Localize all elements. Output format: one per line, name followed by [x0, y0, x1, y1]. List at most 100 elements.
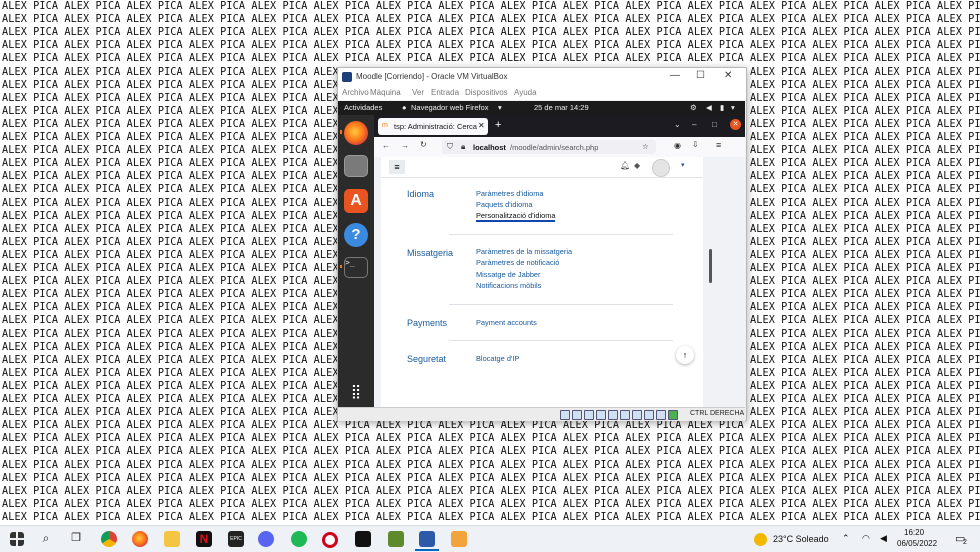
clock[interactable]: 25 de mar 14:29 [534, 103, 589, 112]
files-icon[interactable] [344, 155, 368, 177]
url-bar[interactable]: ⛉ 🔒︎ localhost /moodle/admin/search.php … [442, 140, 656, 154]
minimize-icon[interactable]: — [670, 70, 680, 81]
menu-ver[interactable]: Ver [412, 88, 424, 97]
opera-icon[interactable] [322, 532, 338, 548]
wifi-icon[interactable]: ◠ [862, 533, 870, 544]
link-parametres-missatgeria[interactable]: Paràmetres de la missatgeria [476, 247, 572, 256]
shared-folders-icon[interactable] [620, 410, 630, 420]
background-text-line: ALEX PICA ALEX PICA ALEX PICA ALEX PICA … [2, 1, 980, 12]
maximize-icon[interactable]: □ [712, 120, 717, 129]
terminal-icon[interactable]: >_ [344, 257, 368, 278]
app-icon[interactable] [451, 531, 467, 547]
display-icon[interactable] [632, 410, 642, 420]
tab-list-icon[interactable]: ⌄ [674, 120, 681, 129]
back-icon[interactable]: ← [382, 141, 390, 150]
downloads-icon[interactable]: ⇩ [692, 140, 699, 149]
activities-button[interactable]: Actividades [344, 103, 382, 112]
new-tab-icon[interactable]: + [495, 119, 501, 131]
tray-chevron-up-icon[interactable]: ⌃ [842, 533, 850, 544]
app-icon[interactable] [355, 531, 371, 547]
hamburger-menu-icon[interactable]: ≡ [716, 140, 721, 150]
back-to-top-icon[interactable]: ↑ [676, 346, 694, 364]
background-text-line: ALEX PICA ALEX PICA ALEX PICA ALEX PICA … [2, 27, 980, 39]
spotify-icon[interactable] [291, 531, 307, 547]
clock-date[interactable]: 06/05/2022 [897, 539, 937, 548]
clock-time[interactable]: 16:20 [904, 528, 924, 537]
file-explorer-icon[interactable] [164, 531, 180, 547]
pocket-icon[interactable]: ◉ [674, 141, 681, 150]
help-icon[interactable]: ? [344, 223, 368, 247]
firefox-icon[interactable] [132, 531, 148, 547]
link-blocatge-ip[interactable]: Blocatge d'IP [476, 354, 519, 363]
network-icon[interactable]: ⚙ [690, 103, 697, 112]
cpu-icon[interactable] [656, 410, 666, 420]
hdd-icon[interactable] [560, 410, 570, 420]
moodle-favicon: m [382, 122, 388, 129]
drawer-toggle-icon[interactable]: ≡ [389, 160, 405, 174]
link-notificacions-mobils[interactable]: Notificacions mòbils [476, 281, 541, 290]
active-dot [340, 130, 342, 134]
search-icon[interactable]: ⌕ [38, 531, 54, 547]
show-apps-icon[interactable]: ⣿ [348, 383, 364, 399]
virtualbox-window[interactable]: Moodle [Corriendo] - Oracle VM VirtualBo… [337, 67, 747, 421]
firefox-navbar: ← → ↻ ⛉ 🔒︎ localhost /moodle/admin/searc… [374, 137, 745, 158]
netflix-icon[interactable]: N [196, 531, 212, 547]
minecraft-icon[interactable] [388, 531, 404, 547]
reload-icon[interactable]: ↻ [420, 140, 427, 149]
link-parametres-notificacio[interactable]: Paràmetres de notificació [476, 258, 559, 267]
messages-icon[interactable]: ◆ [634, 161, 640, 170]
windows-taskbar: ⌕ ❐ N EPIC 23°C Soleado ⌃ ◠ ◀ 16:20 06/0… [0, 525, 980, 552]
shield-icon[interactable]: ⛉ [447, 142, 453, 152]
firefox-icon[interactable] [344, 121, 368, 145]
user-avatar[interactable] [652, 159, 670, 177]
maximize-icon[interactable]: ☐ [696, 70, 705, 81]
task-view-icon[interactable]: ❐ [68, 531, 84, 547]
lock-icon[interactable]: 🔒︎ [461, 142, 465, 152]
app-name[interactable]: Navegador web Firefox [411, 103, 489, 112]
recording-icon[interactable] [644, 410, 654, 420]
battery-icon[interactable]: ▮ [720, 103, 724, 112]
menu-dispositivos[interactable]: Dispositivos [465, 88, 508, 97]
epic-games-icon[interactable]: EPIC [228, 531, 244, 547]
weather-text[interactable]: 23°C Soleado [773, 534, 829, 544]
usb-icon[interactable] [608, 410, 618, 420]
audio-icon[interactable] [584, 410, 594, 420]
power-menu-icon[interactable]: ▾ [731, 103, 735, 112]
link-payment-accounts[interactable]: Payment accounts [476, 318, 537, 327]
close-icon[interactable]: ✕ [724, 70, 732, 81]
volume-icon[interactable]: ◀ [880, 533, 887, 544]
menu-entrada[interactable]: Entrada [431, 88, 459, 97]
weather-sun-icon[interactable] [754, 533, 767, 546]
optical-drive-icon[interactable] [572, 410, 582, 420]
bookmark-star-icon[interactable]: ☆ [642, 142, 649, 151]
notifications-bell-icon[interactable]: 🔔︎ [620, 161, 630, 170]
url-host: localhost [473, 143, 506, 152]
close-tab-icon[interactable]: ✕ [478, 121, 485, 130]
guest-screen[interactable]: Actividades ● Navegador web Firefox ▾ 25… [338, 101, 745, 407]
background-text-line: ALEX PICA ALEX PICA ALEX PICA ALEX PICA … [2, 40, 980, 52]
chevron-down-icon[interactable]: ▾ [681, 161, 685, 169]
vbox-titlebar[interactable]: Moodle [Corriendo] - Oracle VM VirtualBo… [338, 68, 746, 86]
menu-maquina[interactable]: Máquina [370, 88, 401, 97]
link-parametres-idioma[interactable]: Paràmetres d'idioma [476, 189, 544, 198]
virtualbox-taskbar-icon[interactable] [419, 531, 435, 547]
browser-tab[interactable]: m tsp: Administració: Cerca ✕ [378, 118, 488, 135]
minimize-icon[interactable]: – [692, 120, 696, 129]
chrome-icon[interactable] [101, 531, 117, 547]
volume-icon[interactable]: ◀ [706, 103, 712, 112]
link-missatge-jabber[interactable]: Missatge de Jabber [476, 270, 541, 279]
discord-icon[interactable] [258, 531, 274, 547]
link-paquets-idioma[interactable]: Paquets d'idioma [476, 200, 532, 209]
mouse-integration-icon[interactable] [668, 410, 678, 420]
software-center-icon[interactable]: A [344, 189, 368, 213]
scrollbar-thumb[interactable] [709, 249, 712, 283]
windows-start-icon[interactable] [10, 532, 24, 546]
close-icon[interactable]: ✕ [730, 119, 741, 130]
firefox-window[interactable]: m tsp: Administració: Cerca ✕ + ⌄ – □ ✕ … [374, 115, 745, 407]
link-personalitzacio-idioma[interactable]: Personalització d'idioma [476, 211, 556, 222]
menu-archivo[interactable]: Archivo [342, 88, 369, 97]
firefox-mini-icon: ● [402, 103, 407, 112]
menu-ayuda[interactable]: Ayuda [514, 88, 537, 97]
forward-icon[interactable]: → [401, 141, 409, 150]
network-adapter-icon[interactable] [596, 410, 606, 420]
